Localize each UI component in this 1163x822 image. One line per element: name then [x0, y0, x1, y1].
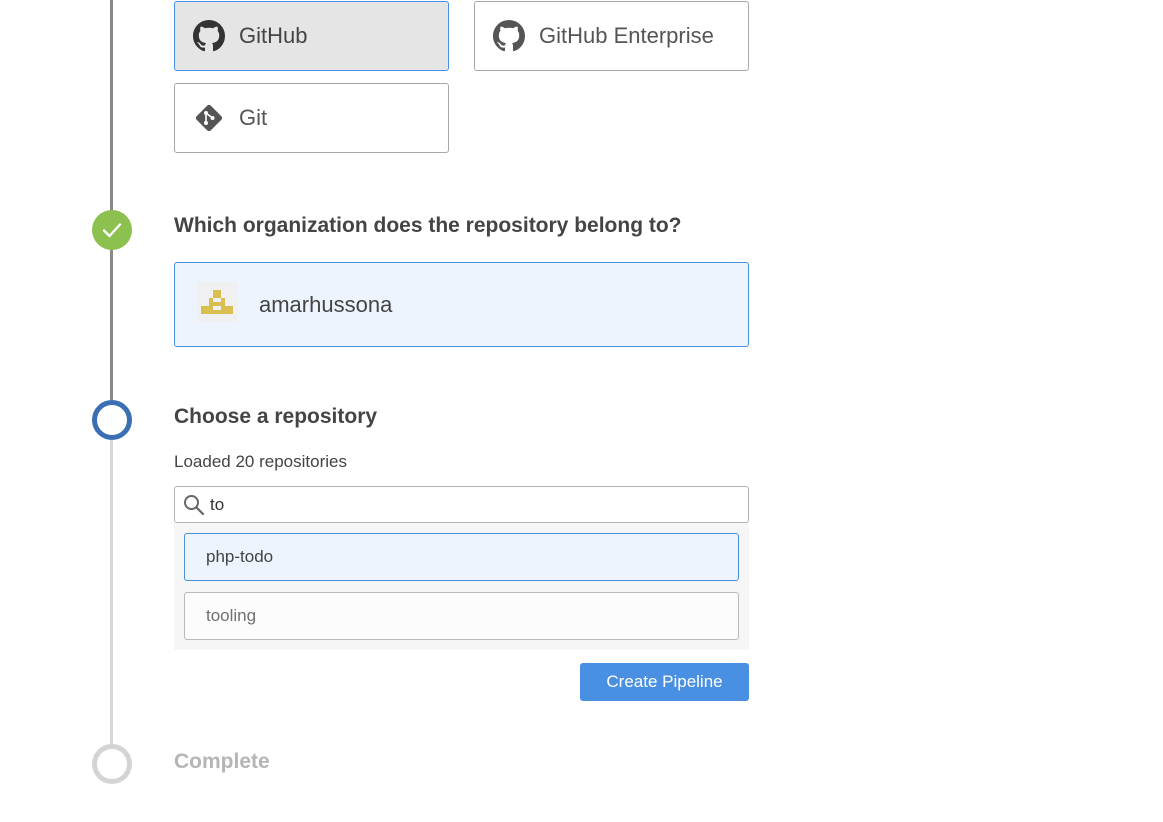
org-name: amarhussona — [259, 291, 393, 317]
scm-option-label: GitHub Enterprise — [539, 23, 714, 48]
git-icon — [193, 102, 225, 134]
repo-item-php-todo[interactable]: php-todo — [184, 533, 739, 581]
scm-option-git[interactable]: Git — [174, 83, 449, 153]
scm-option-label: Git — [239, 105, 268, 130]
scm-option-label: GitHub — [239, 23, 308, 48]
create-pipeline-button[interactable]: Create Pipeline — [580, 663, 749, 701]
repo-item-tooling[interactable]: tooling — [184, 592, 739, 640]
step-pending-indicator — [92, 744, 132, 784]
repo-search — [174, 486, 749, 523]
search-icon — [181, 492, 207, 518]
scm-option-github[interactable]: GitHub — [174, 1, 449, 71]
org-option-selected[interactable]: amarhussona — [174, 262, 749, 347]
step-active-indicator — [92, 400, 132, 440]
scm-option-github-enterprise[interactable]: GitHub Enterprise — [474, 1, 749, 71]
repo-step-title: Choose a repository — [174, 405, 378, 428]
org-avatar — [197, 282, 237, 327]
repo-list: php-todo tooling — [174, 523, 749, 650]
timeline-line-completed — [110, 0, 113, 400]
github-icon — [493, 20, 525, 52]
identicon-avatar — [197, 282, 237, 322]
github-icon — [193, 20, 225, 52]
complete-step-title: Complete — [174, 750, 270, 773]
repo-loaded-status: Loaded 20 repositories — [174, 452, 347, 471]
repo-search-input[interactable] — [210, 494, 730, 515]
org-step-title: Which organization does the repository b… — [174, 214, 682, 237]
checkmark-icon — [102, 223, 122, 238]
timeline-line-pending — [110, 438, 113, 746]
step-complete-indicator — [92, 210, 132, 250]
